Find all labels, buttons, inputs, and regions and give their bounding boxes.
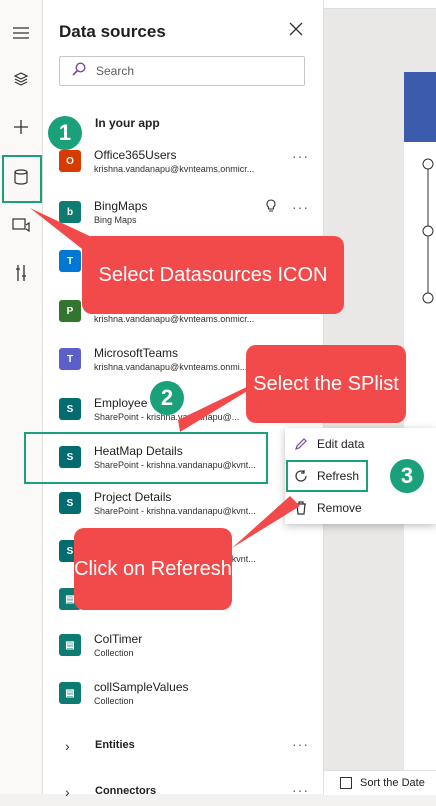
step-badge-1: 1	[48, 116, 82, 150]
step-badge-2: 2	[150, 381, 184, 415]
callout-click-refresh: Click on Referesh	[74, 528, 232, 610]
step-badge-3: 3	[390, 459, 424, 493]
callout-select-splist: Select the SPlist	[246, 345, 406, 423]
callout-select-datasources: Select Datasources ICON	[82, 236, 344, 314]
